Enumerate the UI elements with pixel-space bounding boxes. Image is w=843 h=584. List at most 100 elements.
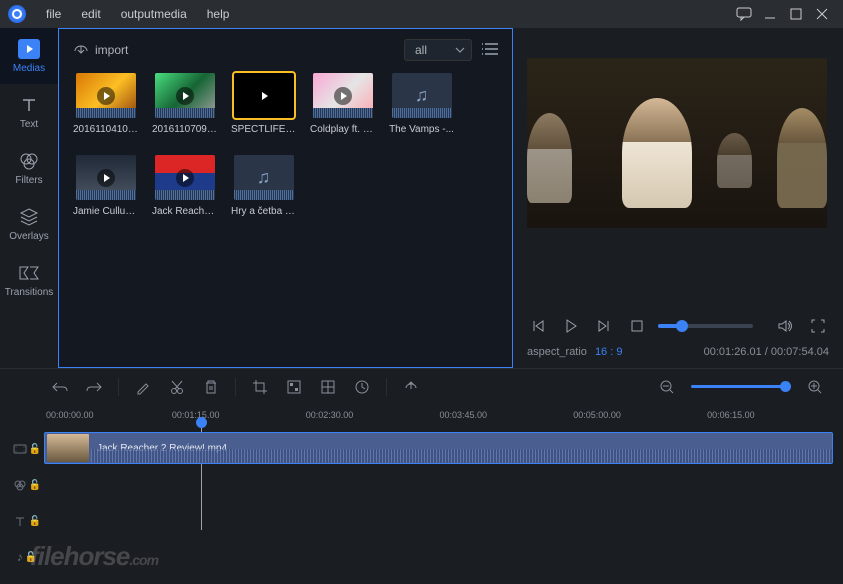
media-item[interactable]: Coldplay ft. C...	[310, 73, 375, 135]
tab-label: Transitions	[5, 287, 54, 298]
media-item[interactable]: SPECTLIFE m...	[231, 73, 296, 135]
export-button[interactable]	[401, 377, 421, 397]
menu-edit[interactable]: edit	[71, 7, 110, 21]
stop-button[interactable]	[625, 314, 648, 338]
aspect-ratio-value[interactable]: 16 : 9	[595, 346, 623, 358]
menu-outputmedia[interactable]: outputmedia	[111, 7, 197, 21]
ruler-tick: 00:02:30.00	[306, 410, 354, 420]
import-button[interactable]: import	[73, 43, 128, 57]
media-toolbar: import all	[73, 39, 498, 61]
media-item-label: Coldplay ft. C...	[310, 124, 375, 135]
music-note-icon: ♫	[257, 167, 271, 188]
media-item[interactable]: 20161104100...	[73, 73, 138, 135]
media-item-label: Jack Reacher...	[152, 206, 217, 217]
music-note-icon: ♫	[415, 85, 429, 106]
media-item-label: 20161104100...	[73, 124, 138, 135]
text-icon	[18, 95, 40, 115]
lock-icon[interactable]: 🔓	[29, 516, 41, 527]
crop-button[interactable]	[250, 377, 270, 397]
timeline: 00:00:00.00 00:01:15.00 00:02:30.00 00:0…	[0, 404, 843, 584]
time-display: 00:01:26.01 / 00:07:54.04	[704, 346, 829, 358]
media-grid: 20161104100... 20161107092... SPECTLIFE …	[73, 73, 498, 217]
overlays-icon	[18, 207, 40, 227]
filters-icon	[18, 151, 40, 171]
timeline-ruler[interactable]: 00:00:00.00 00:01:15.00 00:02:30.00 00:0…	[46, 410, 833, 430]
tab-label: Medias	[13, 63, 45, 74]
media-item[interactable]: 20161107092...	[152, 73, 217, 135]
vertical-tabs: Medias Text Filters Overlays Transitions	[0, 28, 58, 368]
video-track: 🔓 Jack Reacher 2 Review!.mp4	[10, 432, 833, 466]
overlay-track: 🔓	[10, 468, 833, 502]
lock-icon[interactable]: 🔓	[29, 480, 41, 491]
edit-button[interactable]	[133, 377, 153, 397]
timeline-toolbar	[0, 368, 843, 404]
maximize-button[interactable]	[783, 1, 809, 27]
video-track-icon	[13, 442, 27, 456]
media-filter-select[interactable]: all	[404, 39, 472, 61]
media-item-label: SPECTLIFE m...	[231, 124, 296, 135]
media-item-label: The Vamps -...	[389, 124, 454, 135]
preview-video[interactable]	[527, 58, 827, 228]
media-item-label: 20161107092...	[152, 124, 217, 135]
text-track: 🔓	[10, 504, 833, 538]
mute-button[interactable]	[773, 314, 796, 338]
grid-button[interactable]	[318, 377, 338, 397]
text-track-icon	[13, 514, 27, 528]
chevron-down-icon	[455, 46, 465, 54]
zoom-slider[interactable]	[691, 385, 791, 388]
mosaic-button[interactable]	[284, 377, 304, 397]
tab-text[interactable]: Text	[0, 84, 58, 140]
media-panel: import all 20161104100... 20161107092...…	[58, 28, 513, 368]
media-item[interactable]: ♫ The Vamps -...	[389, 73, 454, 135]
fullscreen-button[interactable]	[806, 314, 829, 338]
cut-button[interactable]	[167, 377, 187, 397]
zoom-out-button[interactable]	[657, 377, 677, 397]
media-item-label: Jamie Cullum...	[73, 206, 138, 217]
play-button[interactable]	[560, 314, 583, 338]
menu-file[interactable]: file	[36, 7, 71, 21]
undo-button[interactable]	[50, 377, 70, 397]
content-area: Medias Text Filters Overlays Transitions…	[0, 28, 843, 368]
transitions-icon	[18, 263, 40, 283]
delete-button[interactable]	[201, 377, 221, 397]
feedback-icon[interactable]	[731, 1, 757, 27]
close-button[interactable]	[809, 1, 835, 27]
zoom-in-button[interactable]	[805, 377, 825, 397]
tab-medias[interactable]: Medias	[0, 28, 58, 84]
ruler-tick: 00:01:15.00	[172, 410, 220, 420]
tab-filters[interactable]: Filters	[0, 140, 58, 196]
timeline-clip[interactable]: Jack Reacher 2 Review!.mp4	[44, 432, 833, 464]
list-view-toggle[interactable]	[482, 42, 498, 59]
media-item-label: Hry a četba (...	[231, 206, 296, 217]
tab-label: Overlays	[9, 231, 48, 242]
medias-icon	[18, 39, 40, 59]
tab-overlays[interactable]: Overlays	[0, 196, 58, 252]
minimize-button[interactable]	[757, 1, 783, 27]
preview-controls: aspect_ratio 16 : 9 00:01:26.01 / 00:07:…	[527, 314, 829, 358]
lock-icon[interactable]: 🔓	[29, 444, 41, 455]
media-item[interactable]: ♫ Hry a četba (...	[231, 155, 296, 217]
audio-track-icon: ♪	[17, 550, 23, 564]
media-item[interactable]: Jack Reacher...	[152, 155, 217, 217]
preview-panel: aspect_ratio 16 : 9 00:01:26.01 / 00:07:…	[513, 28, 843, 368]
menu-help[interactable]: help	[197, 7, 240, 21]
prev-frame-button[interactable]	[527, 314, 550, 338]
tab-transitions[interactable]: Transitions	[0, 252, 58, 308]
ruler-tick: 00:00:00.00	[46, 410, 94, 420]
ruler-tick: 00:03:45.00	[440, 410, 488, 420]
ruler-tick: 00:05:00.00	[573, 410, 621, 420]
tab-label: Text	[20, 119, 38, 130]
menubar: file edit outputmedia help	[0, 0, 843, 28]
overlay-track-icon	[13, 478, 27, 492]
volume-slider[interactable]	[658, 324, 753, 328]
media-item[interactable]: Jamie Cullum...	[73, 155, 138, 217]
redo-button[interactable]	[84, 377, 104, 397]
ruler-tick: 00:06:15.00	[707, 410, 755, 420]
import-icon	[73, 43, 89, 57]
app-logo	[8, 5, 26, 23]
filter-value: all	[415, 43, 427, 57]
tab-label: Filters	[15, 175, 42, 186]
next-frame-button[interactable]	[593, 314, 616, 338]
aspect-ratio-label: aspect_ratio	[527, 346, 587, 358]
duration-button[interactable]	[352, 377, 372, 397]
